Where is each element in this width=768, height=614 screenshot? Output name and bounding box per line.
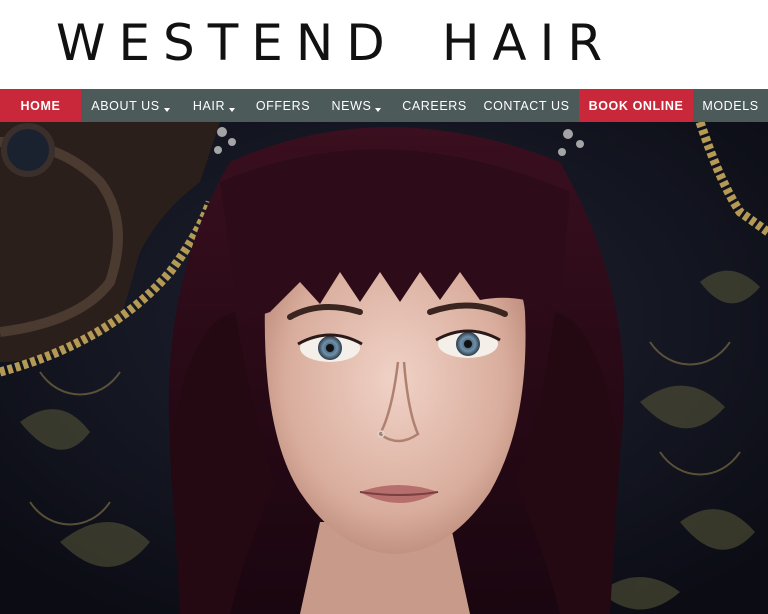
nav-item-label: HOME — [20, 98, 61, 113]
nav-item-contact-us[interactable]: CONTACT US — [474, 89, 579, 122]
hero-illustration — [0, 122, 768, 614]
nav-item-label: ABOUT US — [91, 98, 160, 113]
nav-item-about-us[interactable]: ABOUT US — [81, 89, 180, 122]
nav-item-models[interactable]: MODELS — [693, 89, 768, 122]
nav-item-news[interactable]: NEWS — [318, 89, 395, 122]
nav-item-home[interactable]: HOME — [0, 89, 81, 122]
nav-item-book-online[interactable]: BOOK ONLINE — [579, 89, 693, 122]
nav-item-label: OFFERS — [255, 98, 311, 113]
nav-item-label: CONTACT US — [483, 98, 570, 113]
main-nav: HOME ABOUT US HAIR OFFERS NEWS CAREERS C… — [0, 89, 768, 122]
brand-logo-word1: WESTEND — [56, 14, 398, 72]
brand-logo[interactable]: WESTEND HAIR — [56, 14, 736, 72]
nav-item-careers[interactable]: CAREERS — [395, 89, 474, 122]
nav-item-label: MODELS — [702, 98, 759, 113]
nav-item-label: NEWS — [331, 98, 372, 113]
chevron-down-icon — [375, 107, 382, 112]
nav-item-label: HAIR — [192, 98, 226, 113]
nav-item-hair[interactable]: HAIR — [180, 89, 248, 122]
site-header: WESTEND HAIR — [0, 0, 768, 89]
brand-logo-word2: HAIR — [441, 14, 616, 72]
hero-portrait-image — [0, 122, 768, 614]
chevron-down-icon — [163, 107, 170, 112]
nav-item-label: CAREERS — [402, 98, 467, 113]
chevron-down-icon — [229, 107, 236, 112]
nav-item-label: BOOK ONLINE — [588, 98, 684, 113]
nav-item-offers[interactable]: OFFERS — [248, 89, 318, 122]
